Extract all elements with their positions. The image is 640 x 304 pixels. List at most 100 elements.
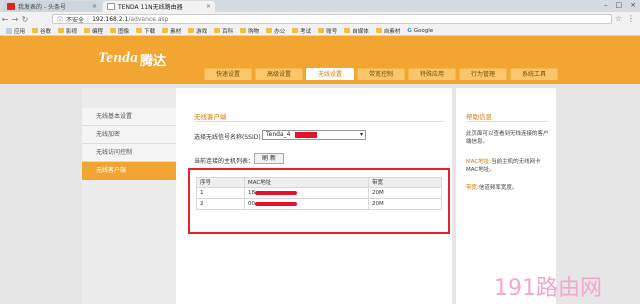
bookmark-folder[interactable]: 账号 [315, 27, 340, 35]
bookmark-label: 谷歌 [40, 28, 52, 35]
bookmark-label: 自媒体 [352, 28, 369, 35]
toutiao-favicon-icon [7, 3, 15, 10]
divider [194, 121, 444, 122]
info-icon[interactable]: ⓘ [57, 15, 63, 24]
bookmark-apps[interactable]: 应用 [3, 27, 28, 35]
close-window-icon[interactable]: × [630, 1, 636, 9]
apps-grid-icon [6, 27, 12, 34]
redaction-mark [255, 202, 297, 206]
refresh-button[interactable]: 刷 新 [254, 153, 284, 164]
bookmark-google[interactable]: G Google [404, 28, 436, 34]
bookmark-label: 应用 [14, 28, 26, 35]
bookmark-label: 购物 [248, 28, 260, 35]
tab-title: TENDA 11N无线路由器 [118, 4, 183, 11]
bookmark-folder[interactable]: 下载 [133, 27, 158, 35]
bookmark-label: 办公 [274, 28, 286, 35]
help-mac: MAC地址:当前主机的无线网卡MAC地址。 [466, 158, 550, 174]
help-mac-key: MAC地址: [466, 159, 492, 165]
sidebar-item-basic[interactable]: 无线基本设置 [82, 108, 176, 126]
bookmark-label: 百科 [222, 28, 234, 35]
tenda-logo: Tenda [98, 50, 139, 66]
cell-index: 1 [197, 188, 245, 199]
mac-prefix: 00 [248, 201, 255, 207]
bookmark-label: Google [413, 27, 434, 34]
folder-icon [318, 28, 325, 33]
ssid-select[interactable]: Tenda_4 ▾ [262, 130, 366, 140]
bookmark-folder[interactable]: 办公 [263, 27, 288, 35]
folder-icon [266, 28, 273, 33]
back-icon[interactable]: ← [0, 15, 10, 24]
page-favicon-icon [107, 3, 115, 10]
sidebar-item-access-control[interactable]: 无线访问控制 [82, 144, 176, 162]
bookmark-folder[interactable]: 考试 [289, 27, 314, 35]
bookmark-label: 图像 [118, 28, 130, 35]
tab-quick-setup[interactable]: 快速设置 [204, 68, 252, 80]
folder-icon [344, 28, 351, 33]
tab-wireless[interactable]: 无线设置 [306, 68, 354, 80]
bookmark-folder[interactable]: 素材 [159, 27, 184, 35]
page-title: 无线客户端 [194, 113, 227, 121]
tab-bandwidth[interactable]: 带宽控制 [357, 68, 405, 80]
help-intro: 此页面可以查看到无线连接的客户端信息。 [466, 131, 549, 145]
bookmark-folder[interactable]: 自素材 [373, 27, 404, 35]
bookmark-folder[interactable]: 百科 [211, 27, 236, 35]
bookmark-label: 影视 [66, 28, 78, 35]
help-title: 帮助信息 [466, 113, 492, 121]
folder-icon [162, 28, 169, 33]
sidebar-item-encryption[interactable]: 无线加密 [82, 126, 176, 144]
browser-tab-toutiao[interactable]: 我发表的 - 头条号 × [3, 1, 101, 12]
cell-mac: 00 [245, 199, 369, 210]
maximize-icon[interactable]: □ [616, 1, 623, 9]
cell-index: 2 [197, 199, 245, 210]
bookmark-label: 自素材 [383, 28, 401, 35]
tab-behavior[interactable]: 行为管理 [459, 68, 507, 80]
bookmark-label: 考试 [300, 28, 312, 35]
minimize-icon[interactable]: – [604, 1, 608, 9]
cell-mac: 18 [245, 188, 369, 199]
help-bw-key: 带宽: [466, 185, 479, 191]
url-host: 192.168.2.1 [92, 15, 129, 23]
tab-system-tools[interactable]: 系统工具 [510, 68, 558, 80]
close-icon[interactable]: × [206, 3, 211, 10]
bookmark-label: 素材 [170, 28, 182, 35]
bookmark-folder[interactable]: 影视 [55, 27, 80, 35]
folder-icon [58, 28, 65, 33]
sidebar-item-clients[interactable]: 无线客户端 [82, 162, 176, 180]
bookmark-folder[interactable]: 谷歌 [29, 27, 54, 35]
bookmark-folder[interactable]: 购物 [237, 27, 262, 35]
forward-icon[interactable]: → [10, 15, 20, 24]
separator: | [87, 15, 90, 23]
bookmark-folder[interactable]: 游戏 [185, 27, 210, 35]
watermark: 191路由网 [494, 276, 602, 301]
folder-icon [188, 28, 195, 33]
bookmark-label: 编程 [92, 28, 104, 35]
folder-icon [32, 28, 39, 33]
table-row: 1 18 20M [196, 188, 442, 199]
menu-dots-icon[interactable]: ⋮ [627, 14, 635, 23]
bookmark-label: 账号 [326, 28, 338, 35]
reload-icon[interactable]: ↻ [20, 15, 30, 24]
bookmarks-bar: 应用 谷歌 影视 编程 图像 下载 素材 游戏 百科 购物 办公 考试 账号 自… [0, 26, 640, 36]
host-list-label: 当前连接的主机列表： [194, 158, 255, 165]
table-header: 序号 MAC地址 带宽 [196, 177, 442, 189]
redaction-mark [295, 132, 317, 138]
mac-prefix: 18 [248, 190, 255, 196]
bookmark-folder[interactable]: 编程 [81, 27, 106, 35]
folder-icon [240, 28, 247, 33]
help-bandwidth: 带宽:信道频率宽度。 [466, 184, 550, 192]
divider [466, 121, 548, 122]
address-bar[interactable]: ⓘ 不安全 | 192.168.2.1 /advance.asp [52, 14, 612, 24]
redaction-mark [255, 191, 297, 195]
bookmark-star-icon[interactable]: ☆ [615, 14, 622, 23]
bookmark-folder[interactable]: 自媒体 [341, 27, 372, 35]
folder-icon [375, 28, 382, 33]
bookmark-folder[interactable]: 图像 [107, 27, 132, 35]
close-icon[interactable]: × [92, 3, 97, 10]
cell-bandwidth: 20M [372, 201, 384, 207]
tab-special-apps[interactable]: 特殊应用 [408, 68, 456, 80]
browser-tab-tenda[interactable]: TENDA 11N无线路由器 × [103, 1, 215, 12]
browser-tab-bar: 我发表的 - 头条号 × TENDA 11N无线路由器 × – □ × [0, 0, 640, 12]
window-controls: – □ × [604, 1, 636, 9]
help-bw-desc: 信道频率宽度。 [478, 185, 518, 191]
tab-advanced[interactable]: 高级设置 [255, 68, 303, 80]
